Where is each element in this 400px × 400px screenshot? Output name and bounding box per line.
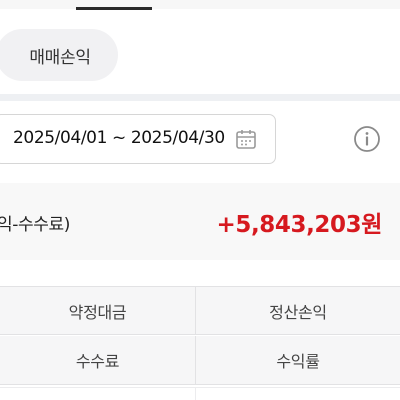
calendar-icon[interactable]	[235, 128, 257, 154]
table-header-contract-amount: 약정대금	[0, 287, 196, 335]
summary-label: 익-수수료)	[0, 215, 70, 235]
table-header-return-rate: 수익률	[276, 352, 320, 371]
section-divider	[0, 94, 400, 101]
summary-bar: 익-수수료) +5,843,203원	[0, 183, 400, 260]
table-header-settlement-pnl: 정산손익	[269, 303, 327, 322]
table-header-fee: 수수료	[0, 336, 196, 384]
trading-pnl-chip[interactable]: 매매손익	[0, 29, 118, 81]
date-range-text: 2025/04/01 ~ 2025/04/30	[13, 128, 225, 148]
top-tab-bar	[0, 0, 400, 9]
chip-label: 매매손익	[29, 47, 91, 68]
summary-value: +5,843,203원	[216, 212, 382, 238]
table-row: 수수료 수익률	[0, 336, 400, 385]
info-icon[interactable]	[353, 125, 381, 157]
table-row: 약정대금 정산손익	[0, 286, 400, 335]
table-column-divider	[195, 387, 196, 400]
active-tab-indicator	[76, 7, 152, 10]
date-range-picker[interactable]: 2025/04/01 ~ 2025/04/30	[0, 114, 276, 164]
table-bottom-divider	[0, 387, 400, 388]
